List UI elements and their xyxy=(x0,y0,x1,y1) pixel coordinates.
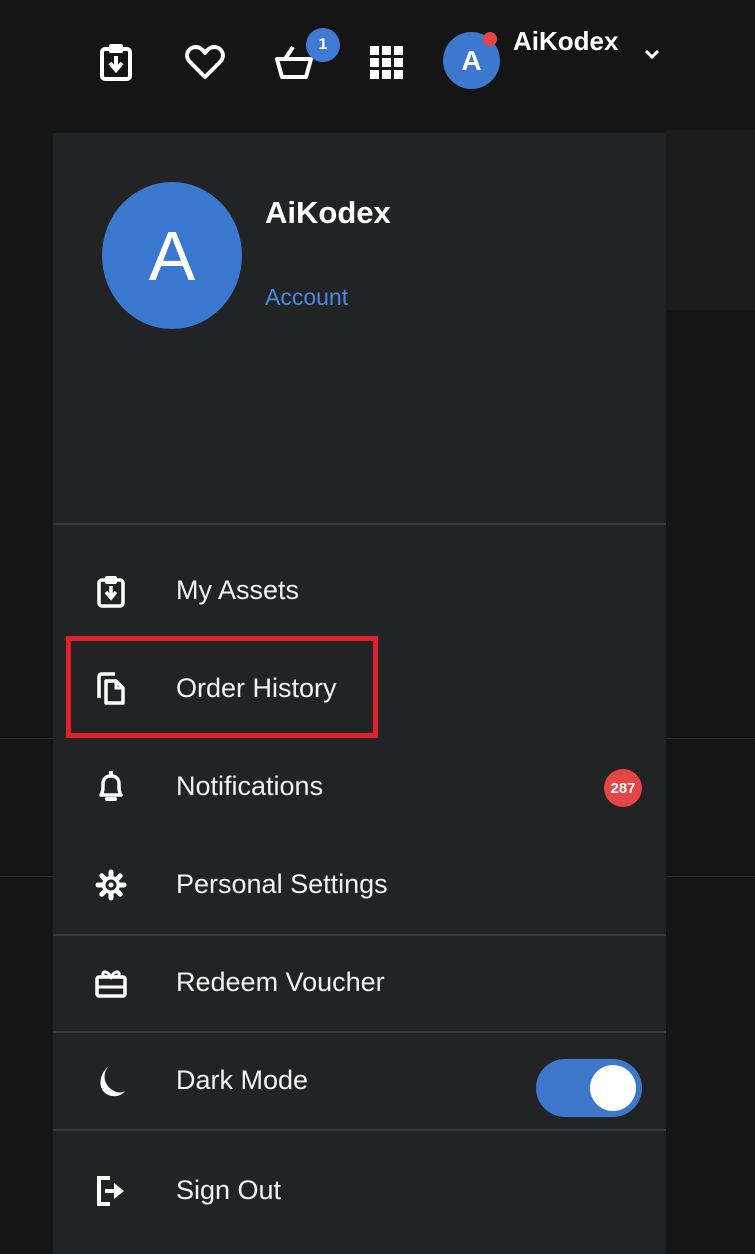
chevron-down-icon[interactable] xyxy=(641,48,663,67)
menu-item-label: Sign Out xyxy=(176,1175,282,1205)
divider xyxy=(53,1129,666,1131)
menu-item-label: Dark Mode xyxy=(176,1065,309,1095)
menu-item-my-assets[interactable]: My Assets xyxy=(53,551,666,631)
profile-name: AiKodex xyxy=(265,195,391,230)
menu-item-redeem-voucher[interactable]: Redeem Voucher xyxy=(53,943,666,1023)
sign-out-icon xyxy=(93,1173,129,1209)
menu-item-dark-mode[interactable]: Dark Mode xyxy=(53,1041,666,1121)
menu-item-label: Personal Settings xyxy=(176,869,388,899)
menu-item-label: Notifications xyxy=(176,771,324,801)
my-assets-icon[interactable] xyxy=(96,38,136,86)
background-divider xyxy=(0,876,53,877)
cart-count-badge: 1 xyxy=(306,28,340,62)
toggle-knob xyxy=(590,1065,636,1111)
background-panel xyxy=(666,130,755,310)
menu-item-notifications[interactable]: Notifications 287 xyxy=(53,747,666,827)
background-divider xyxy=(666,876,755,877)
voucher-icon xyxy=(93,965,129,1001)
account-link[interactable]: Account xyxy=(265,284,348,311)
my-assets-icon xyxy=(93,573,129,609)
notifications-count-badge: 287 xyxy=(604,769,642,807)
background-divider xyxy=(666,738,755,739)
background-divider xyxy=(0,738,53,739)
top-bar: 1 A AiKodex xyxy=(0,0,755,92)
divider xyxy=(53,523,666,525)
heart-icon[interactable] xyxy=(185,38,225,86)
grid-icon[interactable] xyxy=(366,38,406,86)
dark-mode-toggle[interactable] xyxy=(536,1059,642,1117)
gear-icon xyxy=(93,867,129,903)
menu-item-label: My Assets xyxy=(176,575,300,605)
username[interactable]: AiKodex xyxy=(513,26,618,57)
status-dot xyxy=(483,32,497,46)
menu-item-label: Redeem Voucher xyxy=(176,967,385,997)
highlight-box xyxy=(66,636,378,738)
menu-item-personal-settings[interactable]: Personal Settings xyxy=(53,845,666,925)
menu-item-sign-out[interactable]: Sign Out xyxy=(53,1151,666,1231)
profile-avatar: A xyxy=(102,182,242,329)
moon-icon xyxy=(93,1063,129,1099)
divider xyxy=(53,1031,666,1033)
divider xyxy=(53,934,666,936)
bell-icon xyxy=(93,769,129,805)
